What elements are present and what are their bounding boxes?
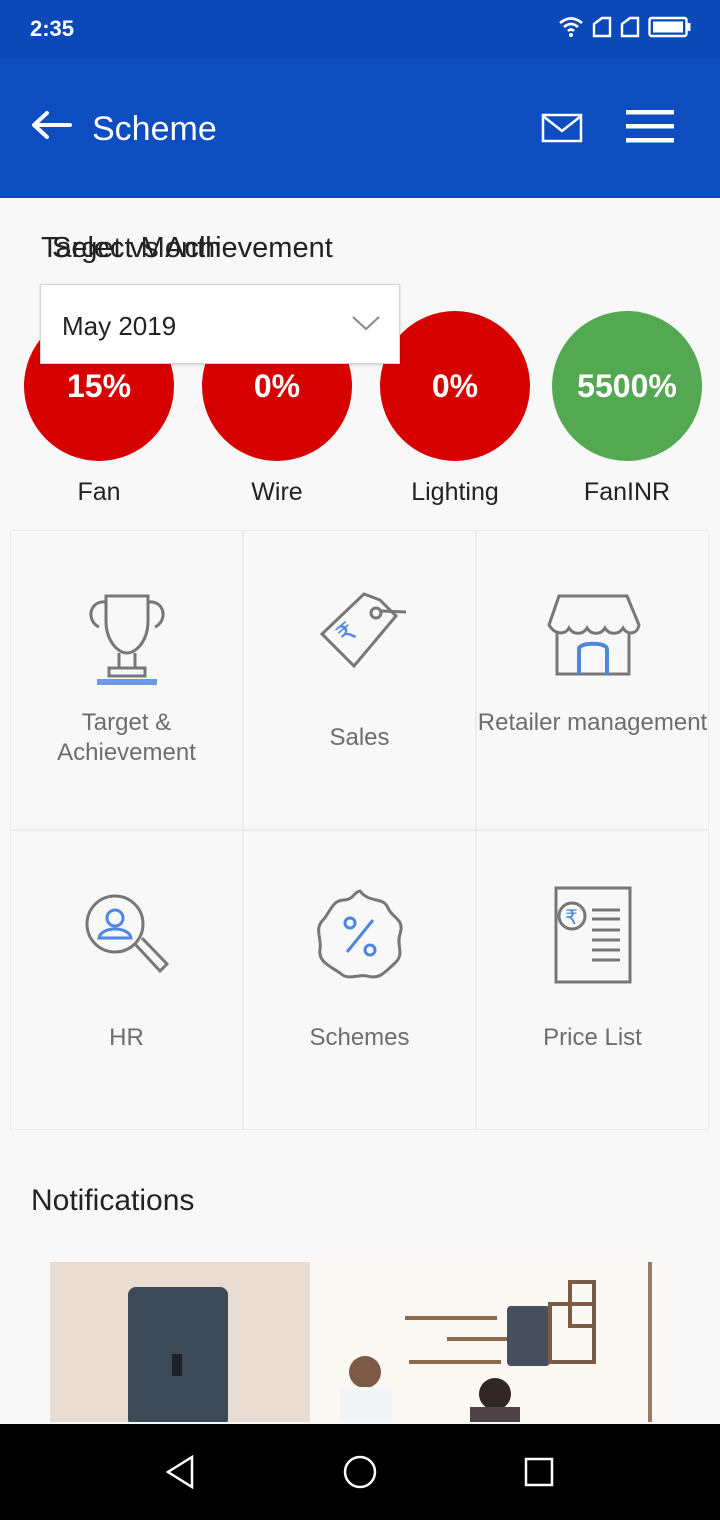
- tile-label-target-achievement: Target & Achievement: [57, 709, 196, 766]
- notifications-title: Notifications: [31, 1184, 195, 1217]
- price-tag-icon: ₹: [319, 592, 406, 669]
- store-icon: [546, 594, 641, 676]
- battery-icon: [648, 16, 691, 38]
- tile-target-achievement[interactable]: Target & Achievement: [10, 530, 243, 830]
- metric-label-lighting: Lighting: [411, 478, 499, 506]
- user-search-icon: [85, 894, 169, 974]
- status-icons: [558, 16, 692, 38]
- tile-label-price-list: Price List: [543, 1024, 642, 1051]
- metric-value-faninr: 5500%: [577, 367, 677, 404]
- svg-text:₹: ₹: [565, 905, 578, 929]
- metric-circle-faninr: 5500%: [552, 311, 702, 461]
- tile-price-list[interactable]: ₹ Price List: [476, 830, 709, 1130]
- back-triangle-icon[interactable]: [165, 1455, 195, 1489]
- notification-banner-image[interactable]: [50, 1262, 669, 1422]
- metric-value-wire: 0%: [253, 367, 301, 404]
- system-navigation-bar: [0, 1424, 720, 1520]
- hamburger-menu-icon[interactable]: [626, 109, 674, 143]
- month-dropdown[interactable]: May 2019: [40, 284, 400, 364]
- home-circle-icon[interactable]: [343, 1455, 377, 1489]
- status-bar: 2:35: [0, 0, 720, 58]
- tile-label-retailer-management: Retailer management: [477, 709, 708, 736]
- signal-1-icon: [592, 16, 612, 38]
- tile-sales[interactable]: ₹ Sales: [243, 530, 476, 830]
- page-title: Scheme: [92, 110, 217, 148]
- mail-icon[interactable]: [541, 113, 583, 143]
- month-dropdown-value: May 2019: [62, 311, 177, 341]
- metric-label-fan: Fan: [77, 478, 121, 506]
- recent-square-icon[interactable]: [524, 1457, 554, 1487]
- signal-2-icon: [620, 16, 640, 38]
- metric-label-wire: Wire: [251, 478, 303, 506]
- app-bar: Scheme: [0, 58, 720, 198]
- status-time: 2:35: [30, 16, 75, 41]
- tile-schemes[interactable]: Schemes: [243, 830, 476, 1130]
- price-list-icon: ₹: [554, 886, 631, 984]
- wifi-icon: [559, 17, 583, 37]
- select-month-label: Select Month: [52, 232, 222, 264]
- tile-label-hr: HR: [109, 1024, 144, 1051]
- tile-retailer-management[interactable]: Retailer management: [476, 530, 709, 830]
- chevron-down-icon: [352, 316, 380, 331]
- metric-value-lighting: 0%: [431, 367, 479, 404]
- tile-label-schemes: Schemes: [309, 1024, 410, 1051]
- metric-circle-lighting: 0%: [380, 311, 530, 461]
- tile-hr[interactable]: HR: [10, 830, 243, 1130]
- percent-badge-icon: [316, 889, 403, 979]
- metric-label-faninr: FanINR: [583, 478, 671, 506]
- tile-label-sales: Sales: [329, 724, 390, 751]
- trophy-icon: [89, 594, 164, 685]
- metric-value-fan: 15%: [66, 367, 132, 404]
- back-arrow-icon[interactable]: [30, 110, 72, 140]
